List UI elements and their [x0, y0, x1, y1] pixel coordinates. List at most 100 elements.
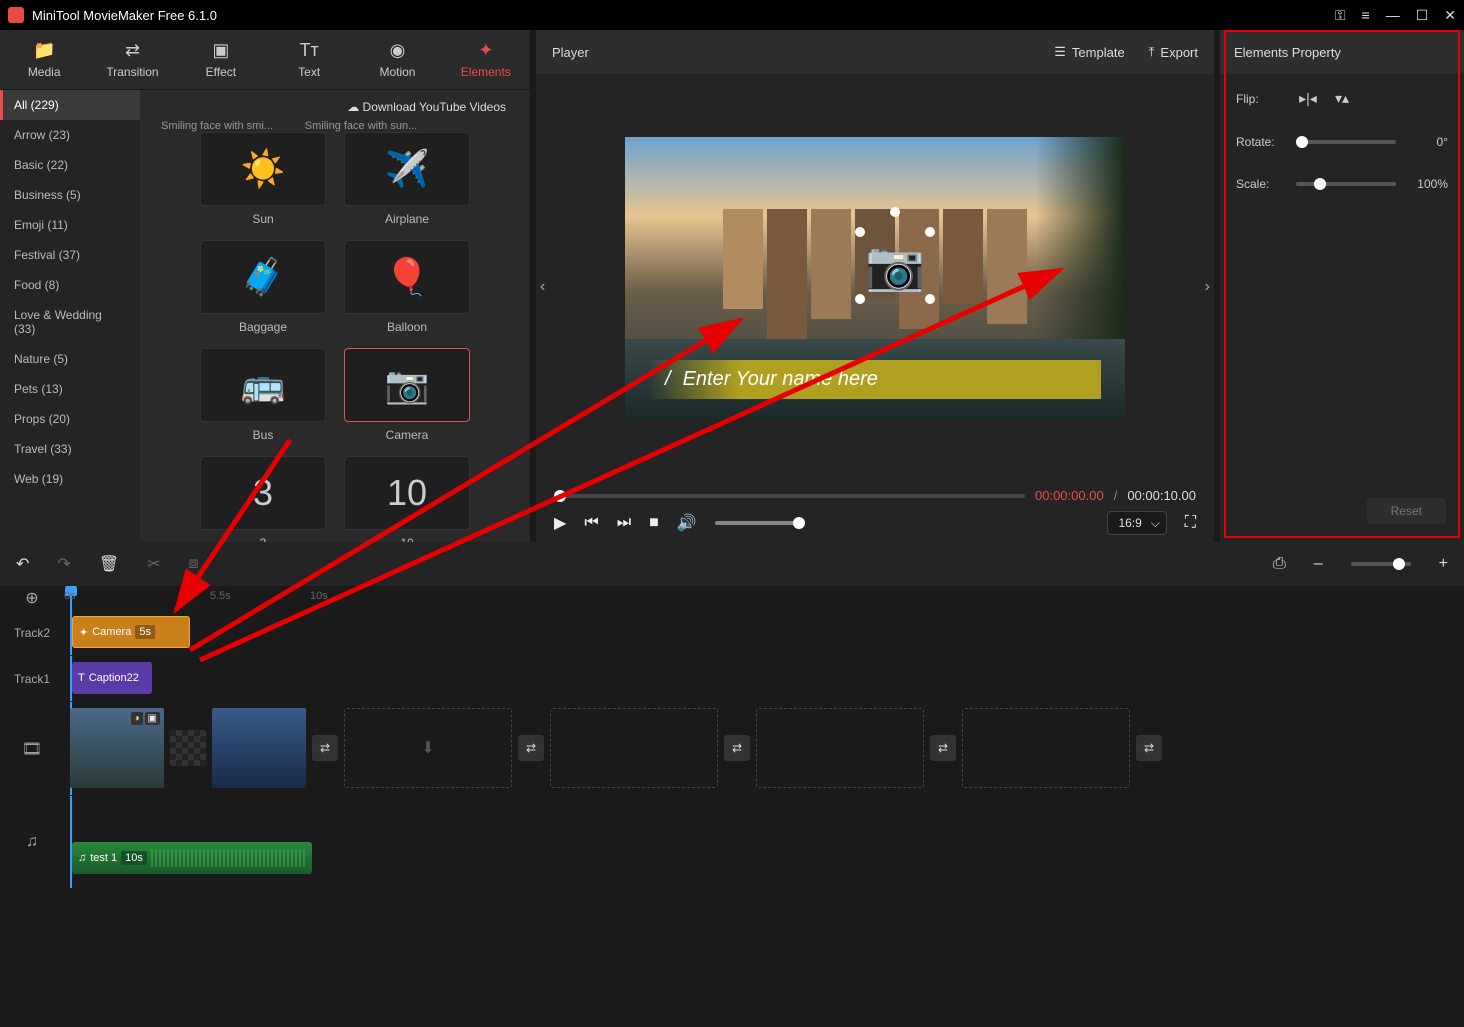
- video-track[interactable]: ◑▣ ⇄ ⬇ ⇄ ⇄ ⇄ ⇄: [64, 702, 1464, 796]
- tab-elements[interactable]: ✦Elements: [442, 30, 530, 89]
- menu-icon[interactable]: ≡: [1362, 7, 1370, 23]
- empty-slot[interactable]: [550, 708, 718, 788]
- category-item[interactable]: Love & Wedding (33): [0, 300, 140, 344]
- transition-icon[interactable]: ⇄: [312, 735, 338, 761]
- category-item[interactable]: Business (5): [0, 180, 140, 210]
- template-button[interactable]: ☰Template: [1054, 44, 1124, 60]
- element-item-10[interactable]: 1010: [344, 456, 470, 542]
- text-icon: Tᴛ: [300, 40, 319, 61]
- rotate-slider[interactable]: [1296, 140, 1396, 144]
- category-item[interactable]: Travel (33): [0, 434, 140, 464]
- tab-motion[interactable]: ◉Motion: [353, 30, 441, 89]
- seek-bar[interactable]: [554, 494, 1025, 498]
- aspect-ratio-select[interactable]: 16:9: [1107, 511, 1166, 535]
- zoom-out-button[interactable]: –: [1314, 555, 1323, 573]
- transition-placeholder[interactable]: [170, 730, 206, 766]
- element-item-bus[interactable]: 🚌Bus: [200, 348, 326, 442]
- motion-icon: ◉: [390, 40, 406, 61]
- zoom-in-button[interactable]: +: [1439, 555, 1448, 573]
- next-frame-button[interactable]: ›: [1205, 278, 1210, 296]
- audio-clip[interactable]: ♫ test 1 10s: [72, 842, 312, 874]
- track1-label: Track1: [0, 656, 64, 702]
- video-clip-1[interactable]: ◑▣: [70, 708, 164, 788]
- fullscreen-button[interactable]: ⛶: [1185, 514, 1196, 532]
- flip-horizontal-button[interactable]: ▸|◂: [1296, 90, 1320, 107]
- video-clip-2[interactable]: [212, 708, 306, 788]
- titlebar: MiniTool MovieMaker Free 6.1.0 ⚿ ≡ — ☐ ✕: [0, 0, 1464, 30]
- tab-transition[interactable]: ⇄Transition: [88, 30, 176, 89]
- audio-track[interactable]: ♫ test 1 10s: [64, 796, 1464, 842]
- clip-caption[interactable]: T Caption22: [72, 662, 152, 694]
- stop-button[interactable]: ■: [649, 514, 659, 532]
- element-item-camera[interactable]: 📷Camera: [344, 348, 470, 442]
- category-item[interactable]: Nature (5): [0, 344, 140, 374]
- minimize-button[interactable]: —: [1386, 7, 1400, 23]
- empty-slot[interactable]: [756, 708, 924, 788]
- track-2[interactable]: ✦ Camera 5s: [64, 610, 1464, 656]
- category-item[interactable]: All (229): [0, 90, 140, 120]
- category-item[interactable]: Basic (22): [0, 150, 140, 180]
- category-item[interactable]: Arrow (23): [0, 120, 140, 150]
- tab-effect[interactable]: ▣Effect: [177, 30, 265, 89]
- play-button[interactable]: ▶: [554, 513, 566, 533]
- flip-label: Flip:: [1236, 92, 1286, 106]
- timecode-total: 00:00:10.00: [1127, 488, 1196, 503]
- fit-button[interactable]: ⎙: [1273, 555, 1286, 573]
- prev-button[interactable]: ⏮: [584, 514, 598, 532]
- prev-frame-button[interactable]: ‹: [540, 278, 545, 296]
- clip-camera[interactable]: ✦ Camera 5s: [72, 616, 190, 648]
- redo-button[interactable]: ↷: [57, 554, 70, 574]
- element-label: Baggage: [200, 320, 326, 334]
- element-item-baggage[interactable]: 🧳Baggage: [200, 240, 326, 334]
- zoom-slider[interactable]: [1351, 562, 1411, 566]
- crop-button[interactable]: ⧈: [189, 555, 199, 573]
- category-item[interactable]: Web (19): [0, 464, 140, 494]
- tab-text[interactable]: TᴛText: [265, 30, 353, 89]
- add-track-button[interactable]: ⊕: [0, 586, 64, 610]
- category-item[interactable]: Pets (13): [0, 374, 140, 404]
- undo-button[interactable]: ↶: [16, 554, 29, 574]
- download-youtube-button[interactable]: Download YouTube Videos: [337, 94, 516, 120]
- empty-slot[interactable]: ⬇: [344, 708, 512, 788]
- star-icon: ✦: [79, 626, 88, 639]
- key-icon[interactable]: ⚿: [1335, 7, 1346, 24]
- element-label: Balloon: [344, 320, 470, 334]
- category-item[interactable]: Props (20): [0, 404, 140, 434]
- element-item-sun[interactable]: ☀️Sun: [200, 132, 326, 226]
- category-item[interactable]: Festival (37): [0, 240, 140, 270]
- volume-icon[interactable]: 🔊: [677, 513, 697, 533]
- audio-track-icon: ♫: [0, 796, 64, 888]
- elements-grid: ☀️Sun✈️Airplane🧳Baggage🎈Balloon🚌Bus📷Came…: [154, 132, 516, 542]
- transition-icon[interactable]: ⇄: [518, 735, 544, 761]
- properties-panel: Elements Property Flip: ▸|◂ ▾▴ Rotate: 0…: [1220, 30, 1464, 542]
- category-item[interactable]: Emoji (11): [0, 210, 140, 240]
- transition-icon[interactable]: ⇄: [724, 735, 750, 761]
- empty-slot[interactable]: [962, 708, 1130, 788]
- element-thumb: 🚌: [200, 348, 326, 422]
- close-button[interactable]: ✕: [1444, 7, 1456, 24]
- scale-slider[interactable]: [1296, 182, 1396, 186]
- caption-overlay[interactable]: /Enter Your name here: [649, 360, 1101, 399]
- flip-vertical-button[interactable]: ▾▴: [1330, 90, 1354, 107]
- player-title: Player: [552, 45, 1030, 60]
- maximize-button[interactable]: ☐: [1416, 7, 1429, 24]
- split-button[interactable]: ✂: [147, 554, 160, 574]
- timeline-ruler[interactable]: 0s 5.5s 10s: [64, 586, 1464, 610]
- delete-button[interactable]: 🗑: [99, 554, 119, 574]
- track-1[interactable]: T Caption22: [64, 656, 1464, 702]
- camera-element-overlay[interactable]: 📷: [865, 237, 925, 294]
- element-item-3[interactable]: 33: [200, 456, 326, 542]
- element-item-airplane[interactable]: ✈️Airplane: [344, 132, 470, 226]
- reset-button[interactable]: Reset: [1367, 498, 1446, 524]
- video-track-icon: 🎞: [0, 702, 64, 796]
- tab-media[interactable]: 📁Media: [0, 30, 88, 89]
- transition-icon[interactable]: ⇄: [1136, 735, 1162, 761]
- category-item[interactable]: Food (8): [0, 270, 140, 300]
- category-list[interactable]: All (229)Arrow (23)Basic (22)Business (5…: [0, 90, 140, 542]
- export-button[interactable]: ⤒Export: [1149, 44, 1198, 60]
- element-item-balloon[interactable]: 🎈Balloon: [344, 240, 470, 334]
- next-button[interactable]: ⏭: [617, 514, 631, 532]
- volume-slider[interactable]: [715, 521, 805, 525]
- video-preview[interactable]: 📷 /Enter Your name here: [625, 137, 1125, 419]
- transition-icon[interactable]: ⇄: [930, 735, 956, 761]
